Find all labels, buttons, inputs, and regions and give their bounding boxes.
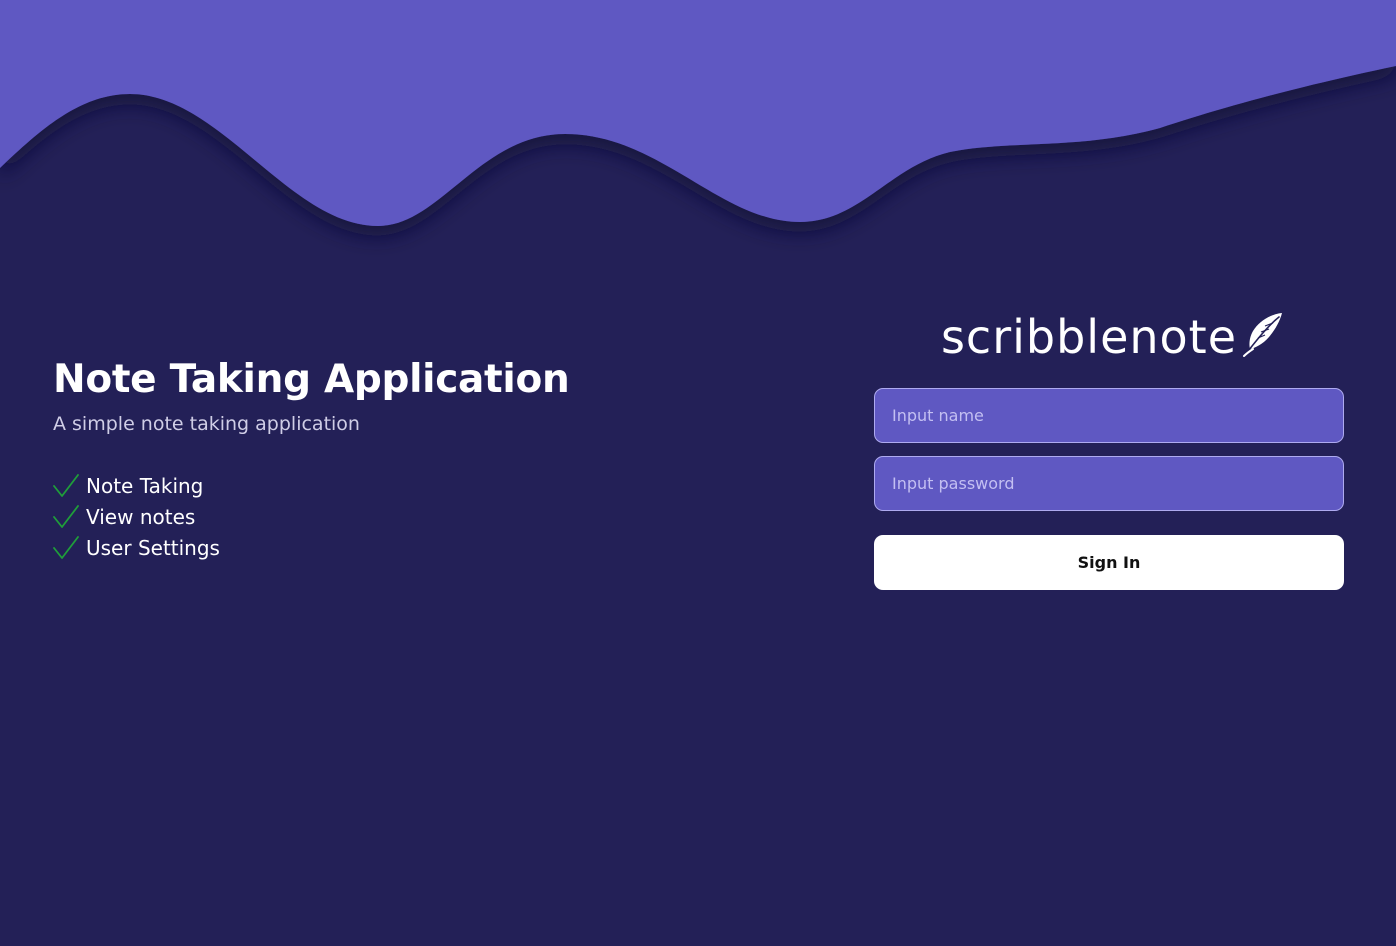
hero-section: Note Taking Application A simple note ta…: [53, 355, 753, 563]
logo: scribblenote: [882, 305, 1344, 369]
feather-icon: [1243, 313, 1283, 357]
feature-item-user-settings: User Settings: [53, 532, 753, 563]
feature-list: Note Taking View notes User Settings: [53, 470, 753, 563]
check-icon: [53, 504, 79, 528]
sign-in-button[interactable]: Sign In: [874, 535, 1344, 590]
password-input[interactable]: [874, 456, 1344, 511]
feature-label: Note Taking: [86, 473, 204, 498]
feature-item-note-taking: Note Taking: [53, 470, 753, 501]
login-form: scribblenote Sign In: [874, 305, 1344, 590]
logo-text: scribblenote: [940, 310, 1238, 364]
feature-item-view-notes: View notes: [53, 501, 753, 532]
header-wave: [0, 0, 1396, 226]
login-page: Note Taking Application A simple note ta…: [0, 0, 1396, 946]
check-icon: [53, 535, 79, 559]
page-subtitle: A simple note taking application: [53, 413, 360, 435]
check-icon: [53, 473, 79, 497]
feature-label: User Settings: [86, 535, 220, 560]
page-title: Note Taking Application: [53, 357, 570, 402]
feature-label: View notes: [86, 504, 196, 529]
name-input[interactable]: [874, 388, 1344, 443]
